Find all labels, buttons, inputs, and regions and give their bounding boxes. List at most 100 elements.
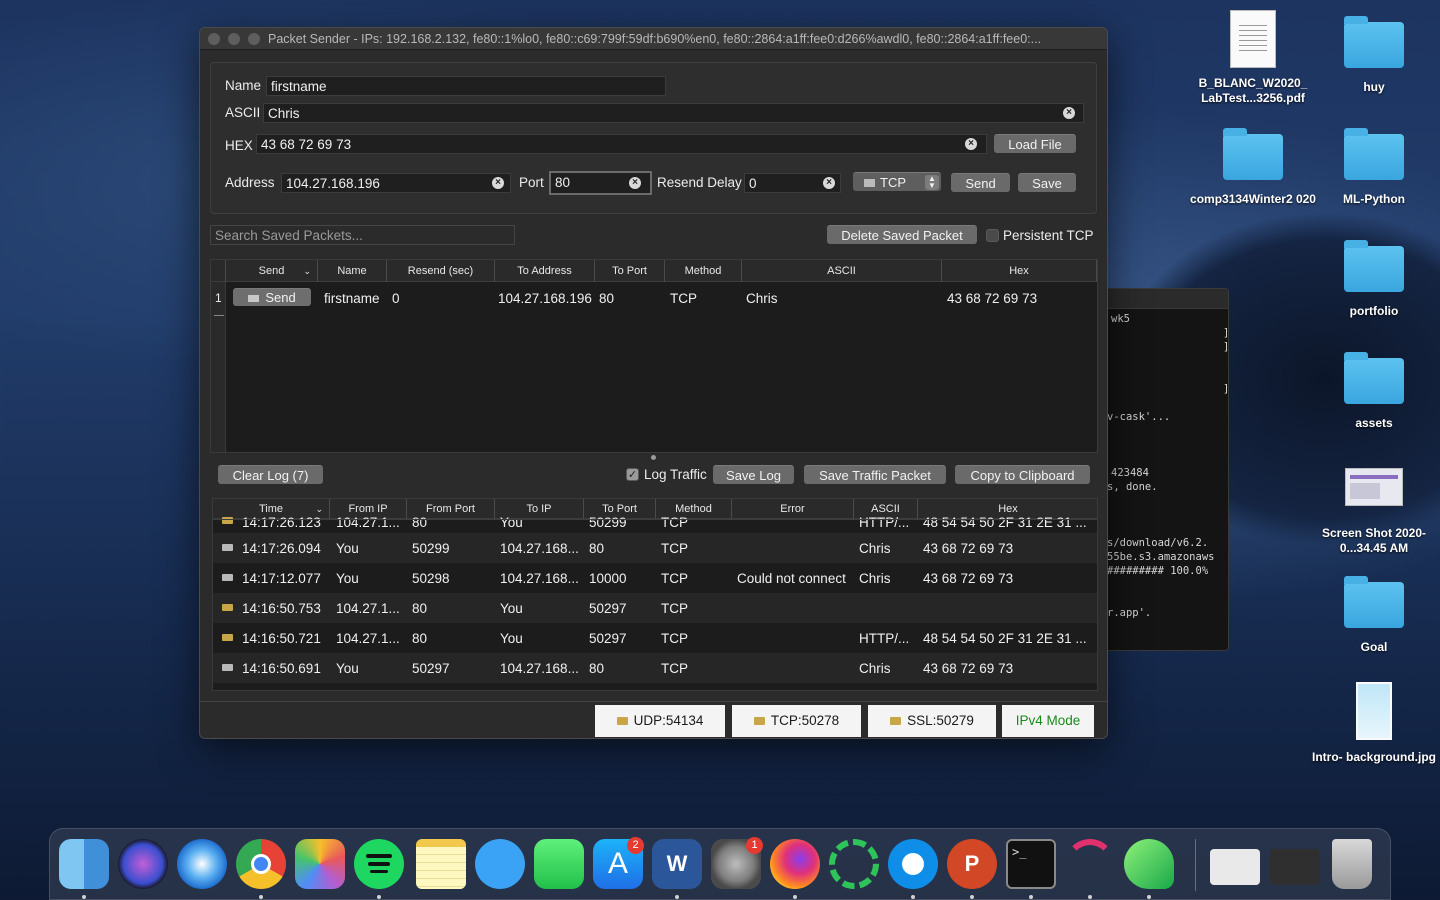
log-to-ip: You [500,515,523,530]
screenshot-thumbnail-icon [1345,468,1403,506]
column-header-name[interactable]: Name [318,260,387,282]
desktop-icon-screenshot[interactable]: Screen Shot 2020-0...34.45 AM [1309,468,1439,556]
udp-port-status[interactable]: UDP:54134 [595,705,725,737]
log-to-port: 80 [589,661,605,676]
log-row[interactable]: 14:17:26.094 You 50299 104.27.168.... 80… [213,533,1097,563]
background-terminal-window[interactable]: wk5 ] ] ] v-cask'... 423484 s, done. s/d… [1100,288,1229,651]
log-to-ip: 104.27.168.... [500,571,580,586]
saved-packets-table[interactable]: Send ⌄ Name Resend (sec) To Address To Po… [210,259,1098,453]
terminal-icon[interactable]: >_ [1006,839,1056,889]
powerpoint-icon[interactable]: P [947,839,997,889]
row-send-button[interactable]: Send [233,288,311,306]
running-indicator [259,895,263,899]
firefox-icon[interactable] [770,839,820,889]
trash-icon[interactable] [1332,839,1372,889]
recent-window-icon[interactable] [1270,849,1320,885]
name-label: Name [225,78,262,93]
clear-port-icon[interactable]: × [629,177,641,189]
log-traffic-checkbox[interactable]: ✓ [626,468,639,481]
save-log-button[interactable]: Save Log [713,465,794,484]
row-ascii: Chris [746,291,778,306]
clear-hex-icon[interactable]: × [965,138,977,150]
zoom-window-button[interactable] [248,33,260,45]
messages-icon[interactable] [475,839,525,889]
column-header-hex[interactable]: Hex [942,260,1097,282]
column-header-resend[interactable]: Resend (sec) [387,260,495,282]
log-from-ip: 104.27.1... [336,601,400,616]
word-icon[interactable]: W [652,839,702,889]
window-titlebar[interactable]: Packet Sender - IPs: 192.168.2.132, fe80… [200,28,1107,50]
log-hex: 43 68 72 69 73 [923,571,1014,586]
ascii-input[interactable]: Chris [263,103,1084,123]
desktop-icon-pdf[interactable]: B_BLANC_W2020_ LabTest...3256.pdf [1188,10,1318,106]
save-button[interactable]: Save [1018,173,1076,192]
log-method: TCP [661,601,688,616]
ssl-port-status[interactable]: SSL:50279 [868,705,996,737]
delete-saved-packet-button[interactable]: Delete Saved Packet [827,225,977,244]
desktop-folder-ml-python[interactable]: ML-Python [1309,128,1439,207]
log-hex: 43 68 72 69 73 [923,541,1014,556]
terminal-line: r.app'. [1107,607,1152,619]
terminal-titlebar[interactable] [1101,289,1228,309]
column-header-method[interactable]: Method [665,260,742,282]
finder-icon[interactable] [59,839,109,889]
wifi-explorer-icon[interactable] [1065,839,1115,889]
running-indicator [82,895,86,899]
protocol-select[interactable]: TCP ▲ ▼ [853,172,941,191]
running-indicator [793,895,797,899]
clear-resend-icon[interactable]: × [823,177,835,189]
clear-ascii-icon[interactable]: × [1063,107,1075,119]
desktop-folder-goal[interactable]: Goal [1309,576,1439,655]
hex-input[interactable]: 43 68 72 69 73 [256,134,987,154]
clear-address-icon[interactable]: × [492,177,504,189]
column-header-to-port[interactable]: To Port [595,260,665,282]
chrome-icon[interactable] [236,839,286,889]
send-button[interactable]: Send [951,173,1010,192]
saved-packet-row[interactable]: 1 Send firstname 0 104.27.168.196 80 TCP… [211,284,1097,314]
log-from-ip: You [336,571,359,586]
search-saved-packets-input[interactable]: Search Saved Packets... [210,225,515,245]
spotify-icon[interactable] [354,839,404,889]
photos-icon[interactable] [295,839,345,889]
log-time: 14:16:50.691 [242,661,321,676]
column-header-to-address[interactable]: To Address [495,260,595,282]
traffic-log-table[interactable]: Time ⌄ From IP From Port To IP To Port Me… [212,498,1098,691]
circle-app-icon[interactable] [829,839,879,889]
teamviewer-icon[interactable] [888,839,938,889]
log-row[interactable]: 14:17:12.077 You 50298 104.27.168.... 10… [213,563,1097,593]
log-row[interactable]: 14:16:50.721 104.27.1... 80 You 50297 TC… [213,623,1097,653]
desktop-folder-huy[interactable]: huy [1309,16,1439,95]
name-input[interactable]: firstname [266,76,666,96]
load-file-button[interactable]: Load File [994,134,1076,153]
notes-icon[interactable] [416,839,466,889]
ipv4-mode-status[interactable]: IPv4 Mode [1002,705,1094,737]
clear-log-button[interactable]: Clear Log (7) [218,465,323,484]
splitter-handle[interactable] [651,455,656,460]
column-header-ascii[interactable]: ASCII [742,260,942,282]
siri-icon[interactable] [118,839,168,889]
chevron-down-icon: ⌄ [303,266,311,276]
minimize-window-button[interactable] [228,33,240,45]
incoming-packet-icon [222,604,233,611]
recent-doc-icon[interactable] [1210,849,1260,885]
column-header-send[interactable]: Send ⌄ [226,260,318,282]
packet-sender-icon[interactable] [1124,839,1174,889]
desktop-folder-assets[interactable]: assets [1309,352,1439,431]
log-row[interactable]: 14:16:50.691 You 50297 104.27.168.... 80… [213,653,1097,683]
desktop-icon-intro-background[interactable]: Intro- background.jpg [1309,682,1439,765]
log-row[interactable]: 14:17:26.123 104.27.1... 80 You 50299 TC… [213,511,1097,533]
copy-to-clipboard-button[interactable]: Copy to Clipboard [955,465,1090,484]
tcp-port-status[interactable]: TCP:50278 [732,705,861,737]
desktop-folder-comp3134[interactable]: comp3134Winter2 020 [1188,128,1318,207]
facetime-icon[interactable] [534,839,584,889]
running-indicator [970,895,974,899]
address-input[interactable]: 104.27.168.196 [281,173,511,193]
persistent-tcp-checkbox[interactable] [986,229,999,242]
desktop-folder-portfolio[interactable]: portfolio [1309,240,1439,319]
log-ascii: HTTP/... [859,515,910,530]
safari-icon[interactable] [177,839,227,889]
close-window-button[interactable] [208,33,220,45]
save-traffic-packet-button[interactable]: Save Traffic Packet [804,465,946,484]
packet-sender-window[interactable]: Packet Sender - IPs: 192.168.2.132, fe80… [199,27,1108,739]
log-row[interactable]: 14:16:50.753 104.27.1... 80 You 50297 TC… [213,593,1097,623]
